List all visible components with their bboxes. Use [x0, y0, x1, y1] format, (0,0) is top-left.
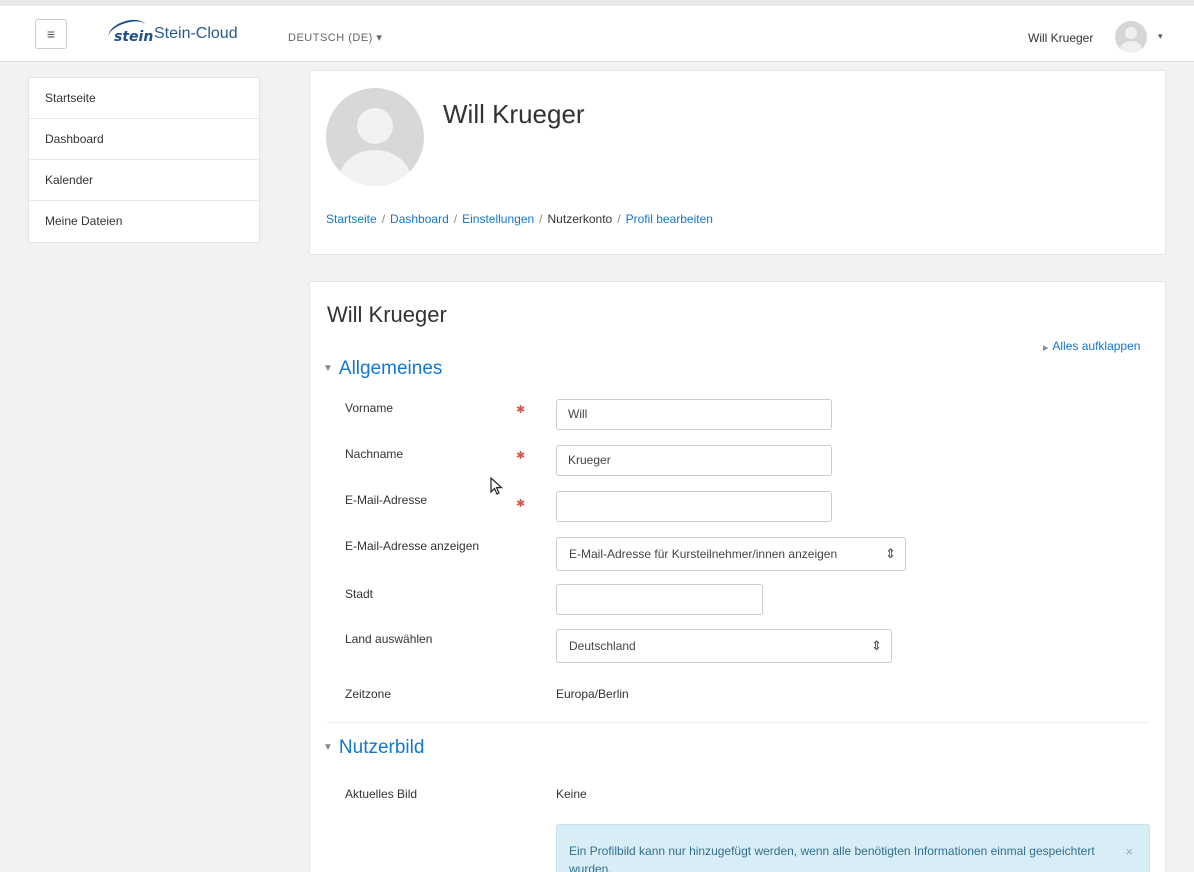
section-nutzerbild-toggle[interactable]: ▼ Nutzerbild	[323, 737, 424, 759]
caret-right-icon: ▶	[1043, 345, 1049, 352]
section-divider	[327, 722, 1150, 723]
sidebar-item-startseite[interactable]: Startseite	[29, 78, 259, 119]
expand-all-link[interactable]: ▶ Alles aufklappen	[1043, 339, 1140, 353]
city-input[interactable]	[556, 584, 763, 615]
current-picture-label: Aktuelles Bild	[345, 787, 418, 801]
current-picture-value: Keine	[556, 787, 587, 801]
breadcrumb-startseite[interactable]: Startseite	[326, 212, 377, 226]
close-icon[interactable]: ×	[1125, 843, 1133, 861]
caret-down-icon: ▼	[323, 742, 333, 753]
chevron-down-icon[interactable]: ▾	[1158, 31, 1163, 42]
section-allgemeines-toggle[interactable]: ▼ Allgemeines	[323, 358, 442, 380]
site-title: Stein-Cloud	[154, 25, 238, 42]
firstname-input[interactable]: Will	[556, 399, 832, 430]
maildisplay-selected-value: E-Mail-Adresse für Kursteilnehmer/innen …	[569, 547, 838, 561]
breadcrumb-dashboard[interactable]: Dashboard	[390, 212, 449, 226]
timezone-label: Zeitzone	[345, 687, 392, 701]
lastname-input[interactable]: Krueger	[556, 445, 832, 476]
info-alert-text: Ein Profilbild kann nur hinzugefügt werd…	[569, 844, 1095, 872]
select-arrows-icon: ⇕	[885, 546, 896, 561]
maildisplay-label: E-Mail-Adresse anzeigen	[345, 539, 480, 553]
timezone-value: Europa/Berlin	[556, 687, 629, 701]
sidebar-nav: Startseite Dashboard Kalender Meine Date…	[28, 77, 260, 243]
breadcrumb-profil-bearbeiten[interactable]: Profil bearbeiten	[626, 212, 713, 226]
sidebar-item-kalender[interactable]: Kalender	[29, 160, 259, 201]
caret-down-icon: ▼	[323, 363, 333, 374]
maildisplay-select[interactable]: E-Mail-Adresse für Kursteilnehmer/innen …	[556, 537, 906, 571]
select-arrows-icon: ⇕	[871, 638, 882, 653]
email-label: E-Mail-Adresse	[345, 493, 428, 507]
mouse-pointer-icon	[490, 477, 504, 495]
breadcrumb-separator: /	[453, 212, 458, 226]
language-menu[interactable]: DEUTSCH (DE) ▾	[288, 31, 382, 44]
section-allgemeines-label: Allgemeines	[338, 358, 443, 379]
hamburger-menu-button[interactable]: ≡	[35, 19, 67, 49]
country-selected-value: Deutschland	[569, 639, 636, 653]
profile-form: Will Krueger ▶ Alles aufklappen ▼ Allgemei…	[309, 281, 1166, 872]
user-menu-name[interactable]: Will Krueger	[1028, 31, 1093, 45]
lastname-label: Nachname	[345, 447, 404, 461]
expand-all-label: Alles aufklappen	[1052, 339, 1141, 353]
breadcrumb-separator: /	[381, 212, 386, 226]
info-alert: Ein Profilbild kann nur hinzugefügt werd…	[556, 824, 1150, 872]
sidebar-item-meine-dateien[interactable]: Meine Dateien	[29, 201, 259, 242]
email-input[interactable]	[556, 491, 832, 522]
firstname-label: Vorname	[345, 401, 394, 415]
breadcrumb: Startseite / Dashboard / Einstellungen / Nutze…	[326, 212, 713, 226]
logo-icon: stein	[104, 15, 153, 49]
site-logo[interactable]: stein Stein-Cloud	[104, 15, 238, 49]
page-header: Will Krueger Startseite / Dashboard / Einste…	[309, 70, 1166, 255]
top-navbar: ≡ stein Stein-Cloud DEUTSCH (DE) ▾ Will …	[0, 0, 1194, 62]
country-label: Land auswählen	[345, 632, 433, 646]
required-icon: ✱	[516, 450, 526, 462]
breadcrumb-separator: /	[539, 212, 543, 226]
required-icon: ✱	[516, 498, 526, 510]
hamburger-icon: ≡	[46, 26, 56, 42]
page-title: Will Krueger	[443, 99, 585, 129]
city-label: Stadt	[345, 587, 374, 601]
country-select[interactable]: Deutschland ⇕	[556, 629, 892, 663]
breadcrumb-einstellungen[interactable]: Einstellungen	[462, 212, 534, 226]
required-icon: ✱	[516, 404, 526, 416]
user-avatar[interactable]	[1115, 21, 1147, 53]
breadcrumb-separator: /	[617, 212, 621, 226]
section-nutzerbild-label: Nutzerbild	[338, 737, 425, 758]
profile-avatar	[326, 88, 424, 186]
breadcrumb-nutzerkonto: Nutzerkonto	[547, 212, 613, 226]
logo-word: stein	[114, 29, 154, 45]
form-title: Will Krueger	[327, 302, 447, 327]
sidebar-item-dashboard[interactable]: Dashboard	[29, 119, 259, 160]
